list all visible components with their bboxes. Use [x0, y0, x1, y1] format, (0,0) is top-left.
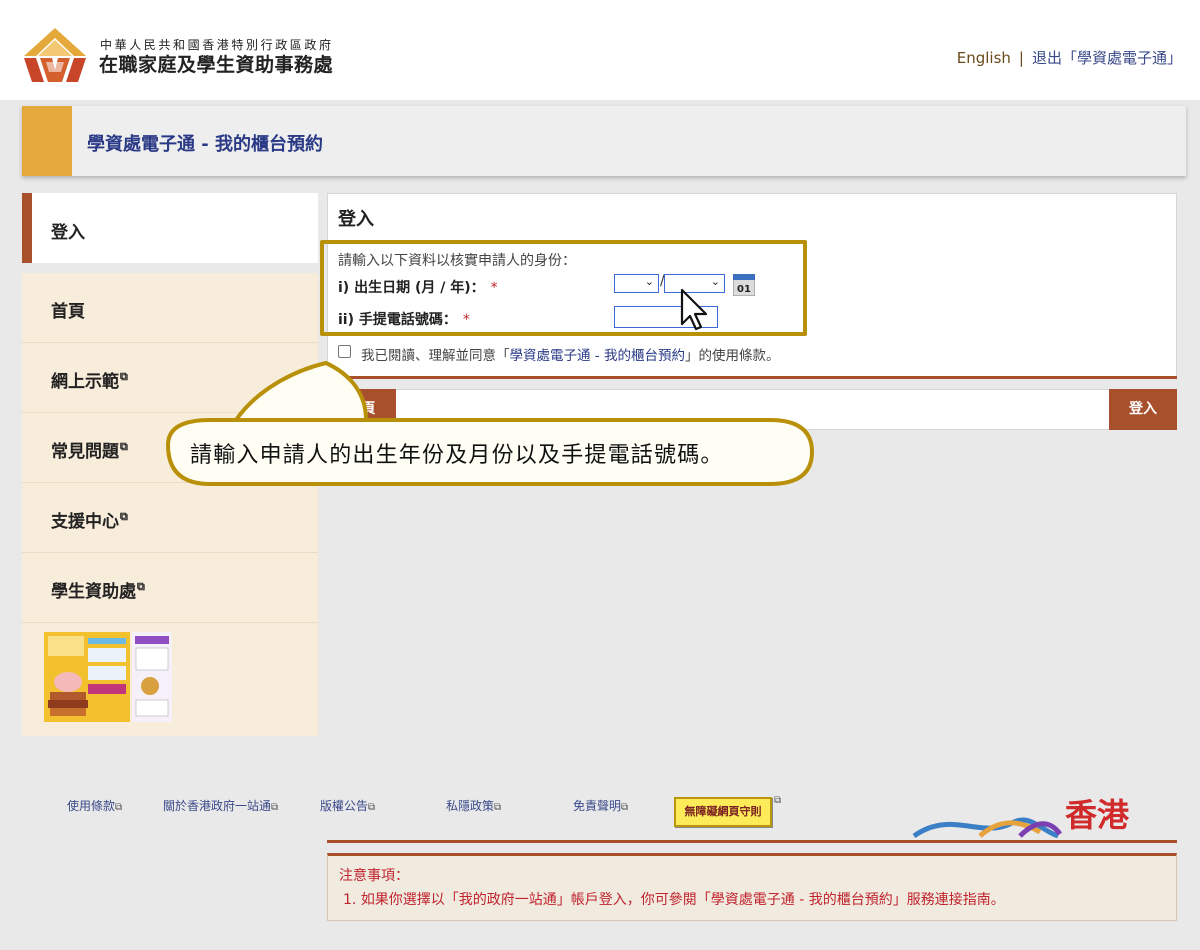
logout-link[interactable]: 退出「學資處電子通」 [1032, 49, 1182, 67]
required-mark: * [462, 312, 470, 328]
sidebar-item-login[interactable]: 登入 [22, 193, 318, 263]
footer-divider [327, 840, 1177, 843]
notice-title: 注意事項： [339, 868, 409, 884]
brand-text: 香港 [1065, 796, 1130, 834]
notice-item: 1. 如果你選擇以「我的政府一站通」帳戶登入，你可參閱「學資處電子通 - 我的櫃… [343, 889, 1005, 909]
banner-accent [22, 106, 72, 176]
external-link-icon: ⧉ [120, 370, 128, 384]
external-link-icon: ⧉ [494, 802, 502, 813]
notice-item-number: 1. [343, 892, 357, 908]
link-separator: | [1018, 49, 1024, 67]
dob-label-text: i) 出生日期 (月 / 年)： [338, 280, 485, 296]
external-link-icon: ⧉ [368, 802, 376, 813]
brand-hong-kong-logo[interactable]: 香港 [910, 790, 1150, 838]
login-heading: 登入 [338, 209, 374, 230]
chevron-down-icon: ⌄ [710, 275, 720, 288]
sidebar-item-label: 首頁 [51, 302, 85, 322]
notice-box [327, 853, 1177, 921]
instruction-callout [166, 361, 814, 486]
sidebar-item-label: 網上示範 [51, 372, 119, 392]
footer-link-label: 關於香港政府一站通 [163, 799, 272, 813]
calendar-day: 01 [737, 284, 751, 295]
sidebar-item-home[interactable]: 首頁 [22, 273, 318, 343]
footer-link-disclaimer[interactable]: 免責聲明⧉ [573, 797, 628, 814]
top-links: English | 退出「學資處電子通」 [957, 47, 1182, 68]
external-link-icon: ⧉ [120, 440, 128, 454]
office-name: 在職家庭及學生資助事務處 [99, 54, 334, 76]
calendar-icon[interactable]: 01 [733, 274, 755, 296]
external-link-icon: ⧉ [137, 580, 145, 594]
required-mark: * [490, 280, 498, 296]
sidebar-item-sfo[interactable]: 學生資助處⧉ [22, 553, 318, 623]
promo-posters[interactable] [44, 632, 172, 722]
footer-link-terms[interactable]: 使用條款⧉ [67, 797, 122, 814]
footer-link-privacy[interactable]: 私隱政策⧉ [446, 797, 501, 814]
external-link-icon: ⧉ [774, 795, 782, 806]
phone-label-text: ii) 手提電話號碼： [338, 312, 457, 328]
page-title: 學資處電子通 - 我的櫃台預約 [87, 134, 324, 155]
footer-link-label: 私隱政策 [446, 799, 495, 813]
external-link-icon: ⧉ [621, 802, 629, 813]
identity-prompt: 請輸入以下資料以核實申請人的身份： [338, 253, 576, 269]
footer-link-about-govhk[interactable]: 關於香港政府一站通⧉ [163, 797, 278, 814]
external-link-icon: ⧉ [271, 802, 279, 813]
sidebar-item-label: 支援中心 [51, 512, 119, 532]
phone-label: ii) 手提電話號碼： * [338, 309, 470, 329]
callout-text: 請輸入申請人的出生年份及月份以及手提電話號碼。 [190, 443, 724, 468]
footer-link-copyright[interactable]: 版權公告⧉ [320, 797, 375, 814]
sidebar-item-label: 常見問題 [51, 442, 119, 462]
wfsfaa-logo-icon[interactable] [22, 26, 88, 84]
footer-link-label: 使用條款 [67, 799, 116, 813]
dob-label: i) 出生日期 (月 / 年)： * [338, 277, 498, 297]
external-link-icon: ⧉ [115, 802, 123, 813]
english-link[interactable]: English [957, 49, 1011, 67]
footer-link-label: 版權公告 [320, 799, 369, 813]
chevron-down-icon: ⌄ [644, 275, 654, 288]
notice-item-text: 如果你選擇以「我的政府一站通」帳戶登入，你可參閱「學資處電子通 - 我的櫃台預約… [360, 892, 1005, 908]
login-button[interactable]: 登入 [1109, 389, 1177, 430]
mouse-pointer-icon [680, 288, 708, 331]
external-link-icon: ⧉ [120, 510, 128, 524]
sidebar-item-label: 學生資助處 [51, 582, 136, 602]
sidebar-item-label: 登入 [51, 223, 85, 243]
footer-link-label: 免責聲明 [573, 799, 622, 813]
accessibility-badge[interactable]: 無障礙網頁守則 [674, 797, 772, 827]
birth-month-select[interactable]: ⌄ [614, 274, 659, 293]
